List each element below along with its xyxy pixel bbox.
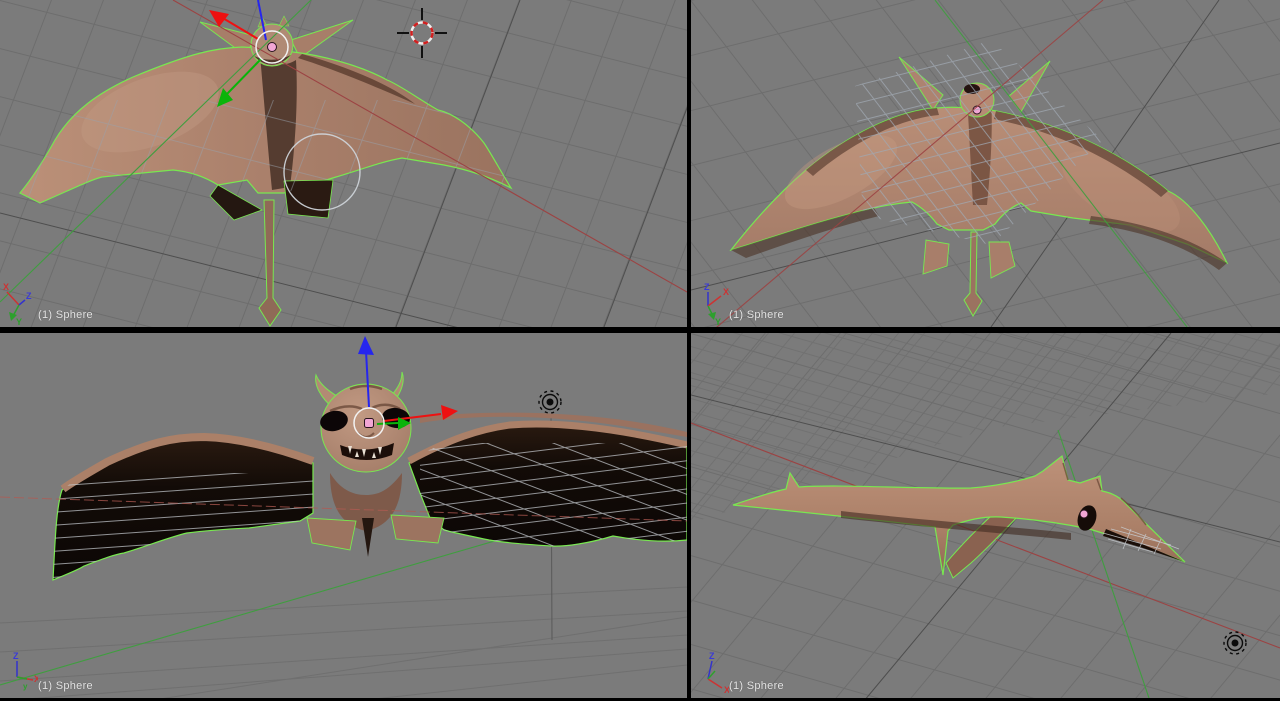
divider-horizontal[interactable] (0, 327, 1280, 333)
axis-letter-z: Z (13, 651, 19, 661)
axis-gizmo: Z X (707, 651, 729, 695)
viewport-status-label: (1) Sphere (729, 680, 784, 692)
quad-view-3d-window: X Z Y (1) Sphere Z X Y (1) Sphere Z X y … (0, 0, 1280, 701)
viewport-top-right[interactable]: Z X Y (1) Sphere (691, 0, 1280, 327)
right-foot (390, 514, 445, 544)
viewport-status-label: (1) Sphere (38, 309, 93, 321)
axis-letter-z: Z (26, 291, 32, 301)
scene-bottom-right (691, 333, 1280, 701)
axis-letter-y: Y (16, 317, 22, 326)
axis-letter-x: X (723, 287, 729, 297)
axis-letter-z: Z (704, 282, 710, 292)
axis-gizmo: X Z Y (3, 282, 32, 326)
axis-letter-x: X (3, 282, 9, 292)
object-center-dot[interactable] (267, 42, 277, 52)
axis-letter-y: Y (715, 317, 721, 326)
axis-letter-z: Z (709, 651, 715, 661)
scene-bottom-left (0, 333, 687, 701)
axis-letter-y: y (23, 682, 28, 691)
divider-vertical[interactable] (687, 0, 691, 701)
object-center-dot (1079, 509, 1089, 519)
scene-top-left (0, 0, 687, 327)
viewport-bottom-left[interactable]: Z X y (1) Sphere (0, 333, 687, 701)
viewport-bottom-right[interactable]: Z X (1) Sphere (691, 333, 1280, 701)
axis-gizmo: Z X Y (704, 282, 729, 326)
scene-top-right (691, 0, 1280, 327)
viewport-status-label: (1) Sphere (38, 680, 93, 692)
viewport-status-label: (1) Sphere (729, 309, 784, 321)
viewport-top-left[interactable]: X Z Y (1) Sphere (0, 0, 687, 327)
object-center-dot[interactable] (364, 418, 374, 428)
axis-gizmo: Z X y (13, 651, 38, 691)
